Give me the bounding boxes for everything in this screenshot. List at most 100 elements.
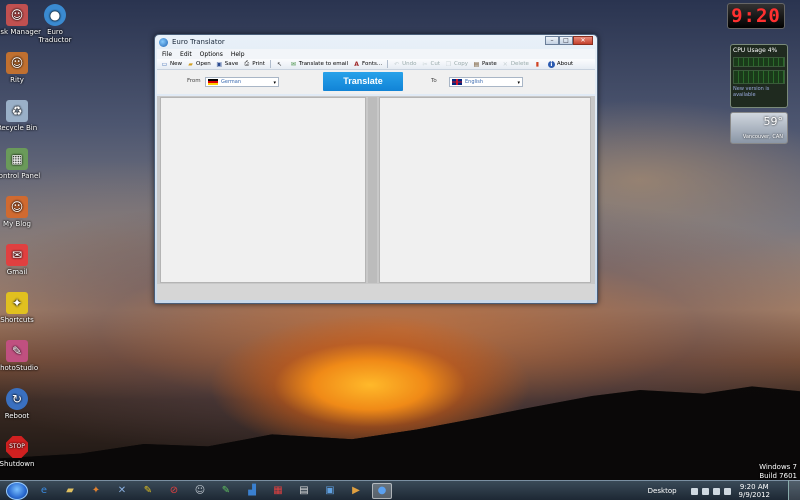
watermark-line1: Windows 7 [759,463,797,471]
desktop-icon-rity[interactable]: ☺ Rity [0,52,42,84]
translation-text-area[interactable] [379,97,591,283]
to-language-value: English [465,79,484,85]
open-icon: ▰ [188,60,193,68]
from-label: From [187,78,201,84]
text-panes [157,96,595,284]
desktop-icon-euro-traductor[interactable]: ● Euro Traductor [30,4,80,44]
fonts-button[interactable]: A Fonts... [353,61,382,68]
stop-icon: STOP [6,436,28,458]
desktop-toolbar-label[interactable]: Desktop [648,487,677,495]
shortcuts-icon: ✦ [6,292,28,314]
cpu-percent: 4% [767,47,778,54]
hill-silhouette [0,386,800,480]
undo-label: Undo [402,61,417,67]
desktop-icon-photostudio[interactable]: ✎ PhotoStudio [0,340,42,372]
chevron-down-icon: ▾ [273,80,276,86]
desktop-icon-label: Gmail [6,268,28,276]
app-taskbar-icon[interactable]: ✦ [86,483,106,499]
desktop-icon-my-blog[interactable]: ☺ My Blog [0,196,42,228]
photostudio-icon: ✎ [6,340,28,362]
player-icon[interactable]: ▶ [346,483,366,499]
tools-icon[interactable]: ✕ [112,483,132,499]
delete-button[interactable]: ✕ Delete [502,61,529,68]
start-button[interactable] [6,481,28,500]
notes-icon[interactable]: ✎ [138,483,158,499]
menu-options[interactable]: Options [200,51,223,58]
clock-gadget[interactable]: 9:20 [727,3,785,29]
desktop-icon-label: Rity [10,76,24,84]
desktop-icon-shutdown[interactable]: STOP Shutdown [0,436,42,468]
new-button[interactable]: ▭ New [161,61,182,68]
minimize-button[interactable]: – [545,36,559,45]
pointer-button[interactable]: ↖ [276,61,285,68]
cpu-meter-gadget[interactable]: CPU Usage 4% New version is available [730,44,788,108]
media-icon[interactable]: ▣ [320,483,340,499]
print-label: Print [252,61,265,67]
taskbar-time: 9:20 AM [739,483,769,491]
desktop-icon-label: Control Panel [0,172,41,180]
save-icon: ▣ [216,60,223,68]
agent-icon[interactable]: ☺ [190,483,210,499]
menu-edit[interactable]: Edit [180,51,192,58]
taskbar-clock[interactable]: 9:20 AM 9/9/2012 [739,483,770,499]
euro-translator-window[interactable]: Euro Translator – □ ✕ File Edit Options … [154,34,598,304]
file-explorer-icon[interactable]: ▰ [60,483,80,499]
desktop-icon-gmail[interactable]: ✉ Gmail [0,244,42,276]
toolbar: ▭ New ▰ Open ▣ Save ⎙ Print ↖ ✉ Translate to … [157,59,595,70]
menu-file[interactable]: File [162,51,172,58]
translate-to-email-button[interactable]: ✉ Translate to email [290,61,348,68]
pane-splitter[interactable] [368,97,377,283]
cut-icon: ✂ [422,60,428,68]
weather-gadget[interactable]: 59° Vancouver, CAN [730,112,788,144]
about-button[interactable]: i About [547,60,574,68]
euro-translator-taskbar-icon[interactable]: ● [372,482,392,499]
maximize-button[interactable]: □ [559,36,573,45]
title-bar[interactable]: Euro Translator – □ ✕ [155,35,597,49]
cpu-update-link[interactable]: New version is available [733,86,785,98]
desktop-icon-shortcuts[interactable]: ✦ Shortcuts [0,292,42,324]
taskbar: e ▰ ✦ ✕ ✎ ⊘ ☺ ✎ ▟ ▦ ▤ ▣ ▶ ● Desktop 9:20… [0,480,800,500]
battery-icon[interactable] [723,487,731,495]
document-icon[interactable]: ▤ [294,483,314,499]
blocked-icon[interactable]: ⊘ [164,483,184,499]
internet-explorer-icon[interactable]: e [34,483,54,499]
weather-temperature: 59° [763,115,784,128]
save-button[interactable]: ▣ Save [216,60,238,68]
open-button[interactable]: ▰ Open [187,61,211,68]
recycle-bin-icon: ♻ [6,100,28,122]
gmail-icon: ✉ [6,244,28,266]
desktop-icon-recycle-bin[interactable]: ♻ Recycle Bin [0,100,42,132]
paste-icon: ▤ [473,60,480,68]
toolbar-separator [387,60,389,68]
pointer-icon: ↖ [276,60,282,68]
desktop-icon-reboot[interactable]: ↻ Reboot [0,388,42,420]
flag-icon[interactable] [690,487,698,495]
show-desktop-button[interactable] [788,480,800,500]
email-icon: ✉ [290,60,296,68]
copy-button[interactable]: ❐ Copy [445,61,468,68]
user-icon: ☺ [6,4,28,26]
menu-help[interactable]: Help [231,51,245,58]
window-controls: – □ ✕ [545,36,593,45]
editor-icon[interactable]: ✎ [216,483,236,499]
from-language-value: German [221,79,242,85]
volume-icon[interactable] [712,487,720,495]
to-language-select[interactable]: English ▾ [449,77,523,87]
about-label: About [556,61,574,67]
translate-button[interactable]: Translate [323,72,403,91]
flags-button[interactable]: ▮ [534,61,543,68]
desktop-icon-label: Shutdown [0,460,35,468]
print-icon: ⎙ [244,60,250,67]
from-language-select[interactable]: German ▾ [205,77,279,87]
paste-button[interactable]: ▤ Paste [473,61,497,68]
cut-button[interactable]: ✂ Cut [422,60,441,68]
print-button[interactable]: ⎙ Print [243,60,265,68]
source-text-area[interactable] [160,97,366,283]
chart-app-icon[interactable]: ▟ [242,483,262,499]
copy-label: Copy [454,61,468,67]
close-button[interactable]: ✕ [573,36,593,45]
office-app-icon[interactable]: ▦ [268,483,288,499]
desktop-icon-control-panel[interactable]: ▦ Control Panel [0,148,42,180]
network-icon[interactable] [701,487,709,495]
undo-button[interactable]: ↶ Undo [393,61,416,68]
